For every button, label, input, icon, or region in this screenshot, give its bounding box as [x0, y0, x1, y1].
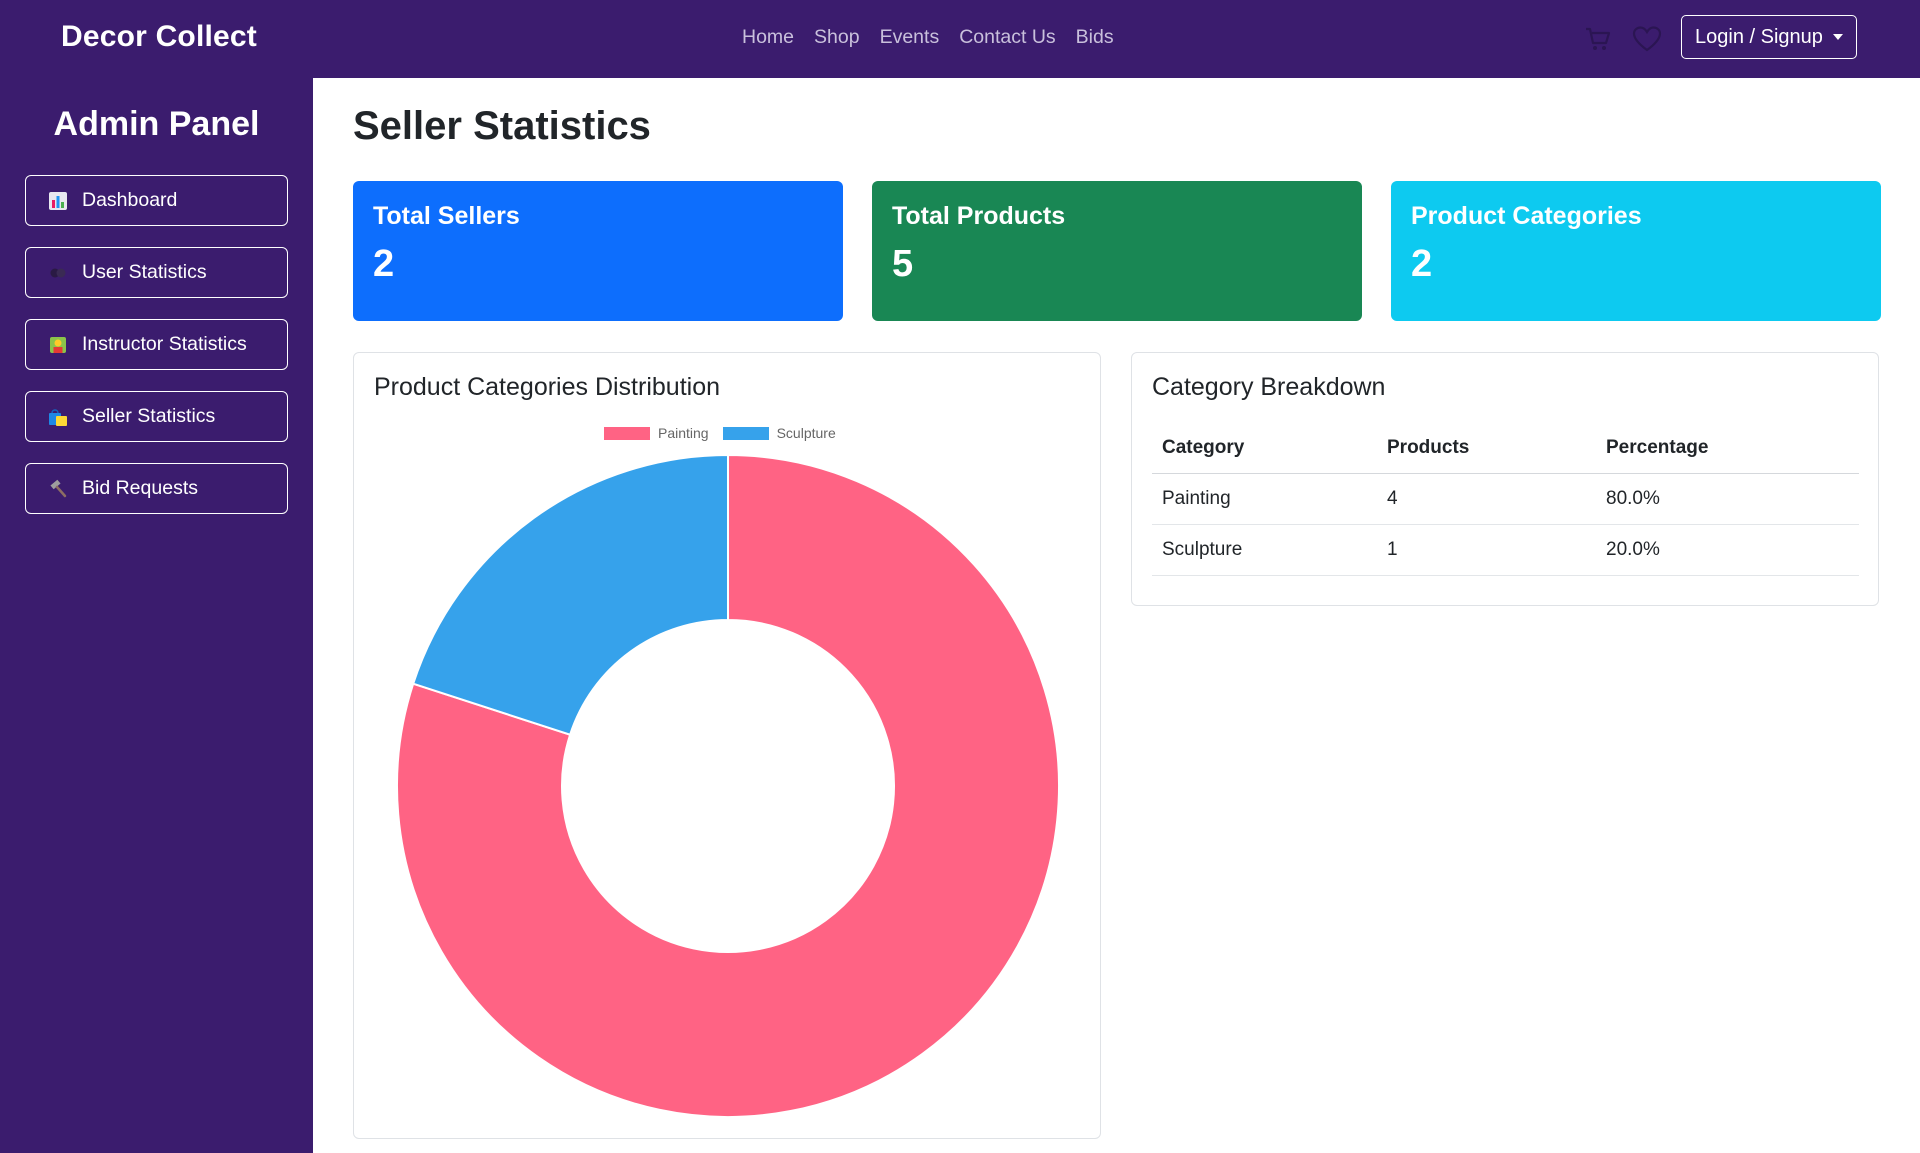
- nav-link-contact-us[interactable]: Contact Us: [959, 26, 1055, 49]
- login-signup-dropdown[interactable]: Login / Signup: [1681, 15, 1857, 59]
- nav-icons: [1584, 25, 1662, 53]
- sidebar-item-user-statistics[interactable]: User Statistics: [25, 247, 288, 298]
- sidebar-item-label: Instructor Statistics: [82, 333, 247, 355]
- stat-value: 2: [1411, 243, 1433, 285]
- sidebar: [0, 78, 313, 1153]
- caret-down-icon: [1832, 34, 1843, 40]
- sidebar-item-label: Dashboard: [82, 189, 178, 211]
- cell-percentage: 20.0%: [1596, 524, 1859, 576]
- doughnut-chart: [396, 453, 1060, 1118]
- login-signup-label: Login / Signup: [1695, 25, 1823, 48]
- table-header-row: Category Products Percentage: [1152, 423, 1859, 474]
- breakdown-table: Category Products Percentage Painting 4 …: [1152, 423, 1859, 576]
- breakdown-card-title: Category Breakdown: [1152, 373, 1386, 401]
- cell-products: 1: [1377, 524, 1596, 576]
- sidebar-item-label: Bid Requests: [82, 477, 198, 499]
- stat-card-total-sellers: Total Sellers 2: [353, 181, 843, 321]
- top-navbar: Decor Collect Home Shop Events Contact U…: [0, 0, 1920, 78]
- brand-logo[interactable]: Decor Collect: [61, 20, 257, 54]
- cell-products: 4: [1377, 473, 1596, 525]
- stat-label: Product Categories: [1411, 202, 1642, 230]
- sidebar-item-label: Seller Statistics: [82, 405, 216, 427]
- instructor-icon: [48, 335, 68, 355]
- nav-link-bids[interactable]: Bids: [1076, 26, 1114, 49]
- sidebar-item-seller-statistics[interactable]: Seller Statistics: [25, 391, 288, 442]
- bar-chart-icon: [48, 191, 68, 211]
- stat-card-product-categories: Product Categories 2: [1391, 181, 1881, 321]
- stat-card-total-products: Total Products 5: [872, 181, 1362, 321]
- table-row: Sculpture 1 20.0%: [1152, 524, 1859, 576]
- page-title: Seller Statistics: [353, 104, 651, 148]
- slice-sculpture[interactable]: [411, 453, 729, 736]
- nav-link-home[interactable]: Home: [742, 26, 794, 49]
- sidebar-item-dashboard[interactable]: Dashboard: [25, 175, 288, 226]
- shopping-bags-icon: [48, 407, 68, 427]
- chart-card: Product Categories Distribution Painting…: [353, 352, 1101, 1139]
- cell-category: Painting: [1152, 473, 1377, 525]
- column-header-category: Category: [1152, 423, 1377, 474]
- column-header-percentage: Percentage: [1596, 423, 1859, 474]
- hammer-icon: [48, 479, 68, 499]
- stat-label: Total Sellers: [373, 202, 520, 230]
- cart-icon[interactable]: [1584, 25, 1612, 53]
- nav-link-events[interactable]: Events: [880, 26, 940, 49]
- sidebar-title: Admin Panel: [53, 105, 260, 143]
- nav-links: Home Shop Events Contact Us Bids: [742, 26, 1134, 49]
- column-header-products: Products: [1377, 423, 1596, 474]
- stat-label: Total Products: [892, 202, 1066, 230]
- stat-value: 5: [892, 243, 914, 285]
- stat-value: 2: [373, 243, 395, 285]
- nav-link-shop[interactable]: Shop: [814, 26, 860, 49]
- cell-percentage: 80.0%: [1596, 473, 1859, 525]
- breakdown-card: Category Breakdown Category Products Per…: [1131, 352, 1879, 606]
- users-icon: [48, 263, 68, 283]
- table-row: Painting 4 80.0%: [1152, 473, 1859, 525]
- sidebar-item-bid-requests[interactable]: Bid Requests: [25, 463, 288, 514]
- cell-category: Sculpture: [1152, 524, 1377, 576]
- sidebar-item-label: User Statistics: [82, 261, 207, 283]
- heart-icon[interactable]: [1632, 25, 1662, 53]
- sidebar-item-instructor-statistics[interactable]: Instructor Statistics: [25, 319, 288, 370]
